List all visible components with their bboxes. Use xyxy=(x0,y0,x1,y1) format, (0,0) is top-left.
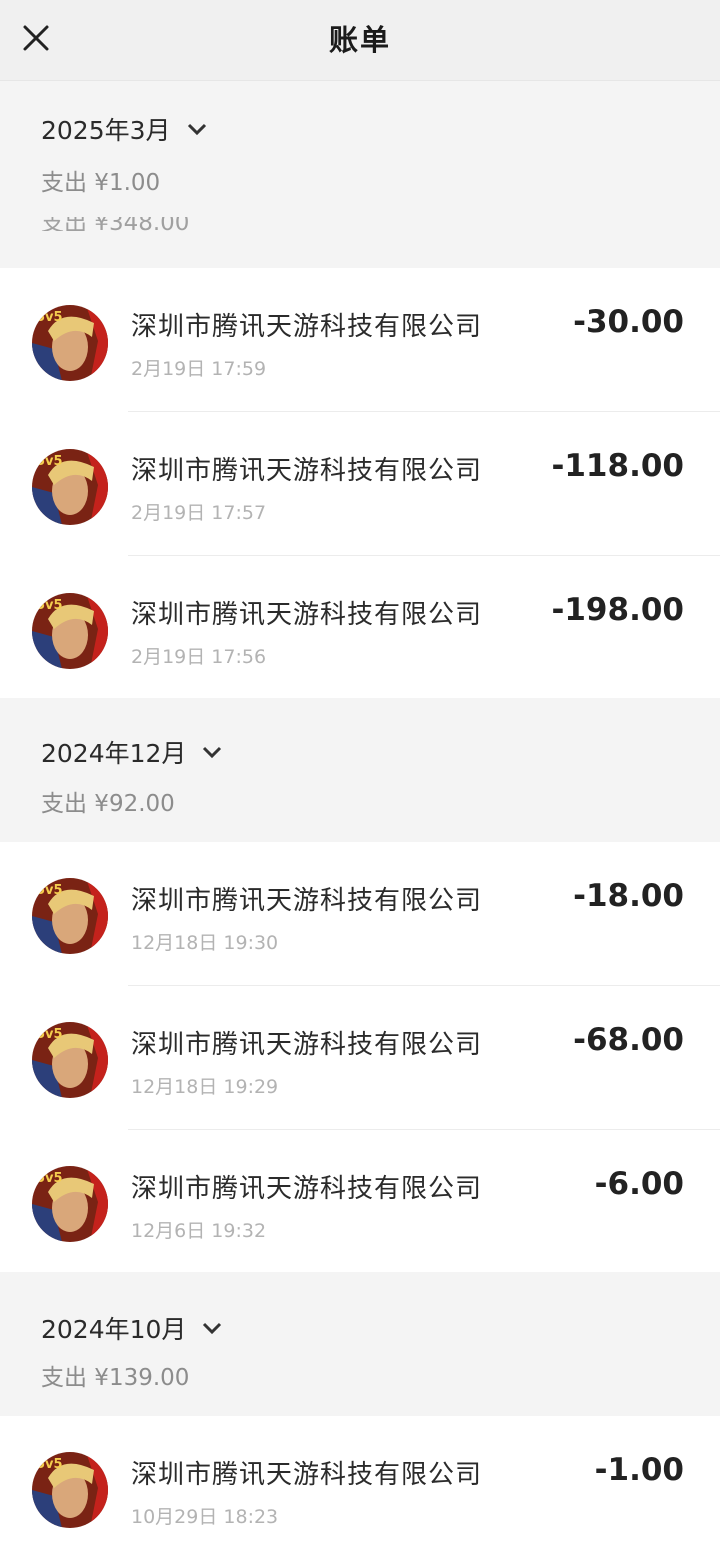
month-header[interactable]: 2025年3月 支出 ¥1.00 支出 ¥348.00 xyxy=(0,81,720,268)
transaction-row[interactable]: 5v5 深圳市腾讯天游科技有限公司 10月29日 18:23 -1.00 xyxy=(0,1416,720,1541)
merchant-avatar: 5v5 xyxy=(32,305,108,381)
transaction-amount: -1.00 xyxy=(594,1452,684,1488)
transaction-time: 12月18日 19:30 xyxy=(131,932,279,954)
month-summary-ghost: 支出 ¥348.00 xyxy=(41,217,190,231)
transaction-group: 5v5 深圳市腾讯天游科技有限公司 12月18日 19:30 -18.00 5v… xyxy=(0,842,720,1272)
transaction-row[interactable]: 5v5 深圳市腾讯天游科技有限公司 2月19日 17:57 -118.00 xyxy=(0,412,720,556)
game-badge: 5v5 xyxy=(36,454,63,469)
merchant-avatar: 5v5 xyxy=(32,1022,108,1098)
transaction-time: 2月19日 17:56 xyxy=(131,646,267,668)
merchant-name: 深圳市腾讯天游科技有限公司 xyxy=(131,312,483,342)
page-title: 账单 xyxy=(328,23,391,57)
merchant-avatar: 5v5 xyxy=(32,593,108,669)
game-badge: 5v5 xyxy=(36,598,63,613)
transaction-row[interactable]: 5v5 深圳市腾讯天游科技有限公司 12月6日 19:32 -6.00 xyxy=(0,1130,720,1274)
chevron-down-icon xyxy=(202,745,222,759)
top-bar: 账单 xyxy=(0,0,720,81)
transaction-amount: -198.00 xyxy=(551,592,685,628)
transaction-time: 10月29日 18:23 xyxy=(131,1506,279,1528)
game-badge: 5v5 xyxy=(36,1027,63,1042)
transaction-row[interactable]: 5v5 深圳市腾讯天游科技有限公司 2月19日 17:56 -198.00 xyxy=(0,556,720,700)
merchant-name: 深圳市腾讯天游科技有限公司 xyxy=(131,886,483,916)
transaction-amount: -68.00 xyxy=(573,1022,684,1058)
transaction-time: 12月6日 19:32 xyxy=(131,1220,267,1242)
transaction-row[interactable]: 5v5 深圳市腾讯天游科技有限公司 12月18日 19:30 -18.00 xyxy=(0,842,720,986)
transaction-amount: -6.00 xyxy=(594,1166,684,1202)
chevron-down-icon xyxy=(187,122,207,136)
transaction-row[interactable]: 5v5 深圳市腾讯天游科技有限公司 2月19日 17:59 -30.00 xyxy=(0,268,720,412)
merchant-avatar: 5v5 xyxy=(32,1452,108,1528)
merchant-avatar: 5v5 xyxy=(32,1166,108,1242)
transaction-group: 5v5 深圳市腾讯天游科技有限公司 10月29日 18:23 -1.00 xyxy=(0,1416,720,1541)
merchant-avatar: 5v5 xyxy=(32,878,108,954)
month-summary: 支出 ¥139.00 xyxy=(41,1365,190,1391)
transaction-amount: -18.00 xyxy=(573,878,684,914)
transaction-amount: -118.00 xyxy=(551,448,685,484)
merchant-name: 深圳市腾讯天游科技有限公司 xyxy=(131,1030,483,1060)
merchant-name: 深圳市腾讯天游科技有限公司 xyxy=(131,456,483,486)
month-header[interactable]: 2024年10月 支出 ¥139.00 xyxy=(0,1272,720,1416)
merchant-name: 深圳市腾讯天游科技有限公司 xyxy=(131,600,483,630)
month-summary: 支出 ¥92.00 xyxy=(41,791,175,817)
merchant-name: 深圳市腾讯天游科技有限公司 xyxy=(131,1460,483,1490)
month-title: 2024年12月 xyxy=(41,739,187,768)
month-header[interactable]: 2024年12月 支出 ¥92.00 xyxy=(0,698,720,842)
transaction-time: 2月19日 17:57 xyxy=(131,502,267,524)
game-badge: 5v5 xyxy=(36,1457,63,1472)
month-title: 2025年3月 xyxy=(41,116,171,145)
month-summary: 支出 ¥1.00 xyxy=(41,170,161,196)
transaction-amount: -30.00 xyxy=(573,304,684,340)
transaction-row[interactable]: 5v5 深圳市腾讯天游科技有限公司 12月18日 19:29 -68.00 xyxy=(0,986,720,1130)
transaction-group: 5v5 深圳市腾讯天游科技有限公司 2月19日 17:59 -30.00 5v5… xyxy=(0,268,720,698)
transaction-time: 2月19日 17:59 xyxy=(131,358,267,380)
game-badge: 5v5 xyxy=(36,883,63,898)
game-badge: 5v5 xyxy=(36,1171,63,1186)
merchant-avatar: 5v5 xyxy=(32,449,108,525)
game-badge: 5v5 xyxy=(36,310,63,325)
month-title: 2024年10月 xyxy=(41,1315,187,1344)
transaction-time: 12月18日 19:29 xyxy=(131,1076,279,1098)
merchant-name: 深圳市腾讯天游科技有限公司 xyxy=(131,1174,483,1204)
chevron-down-icon xyxy=(202,1321,222,1335)
